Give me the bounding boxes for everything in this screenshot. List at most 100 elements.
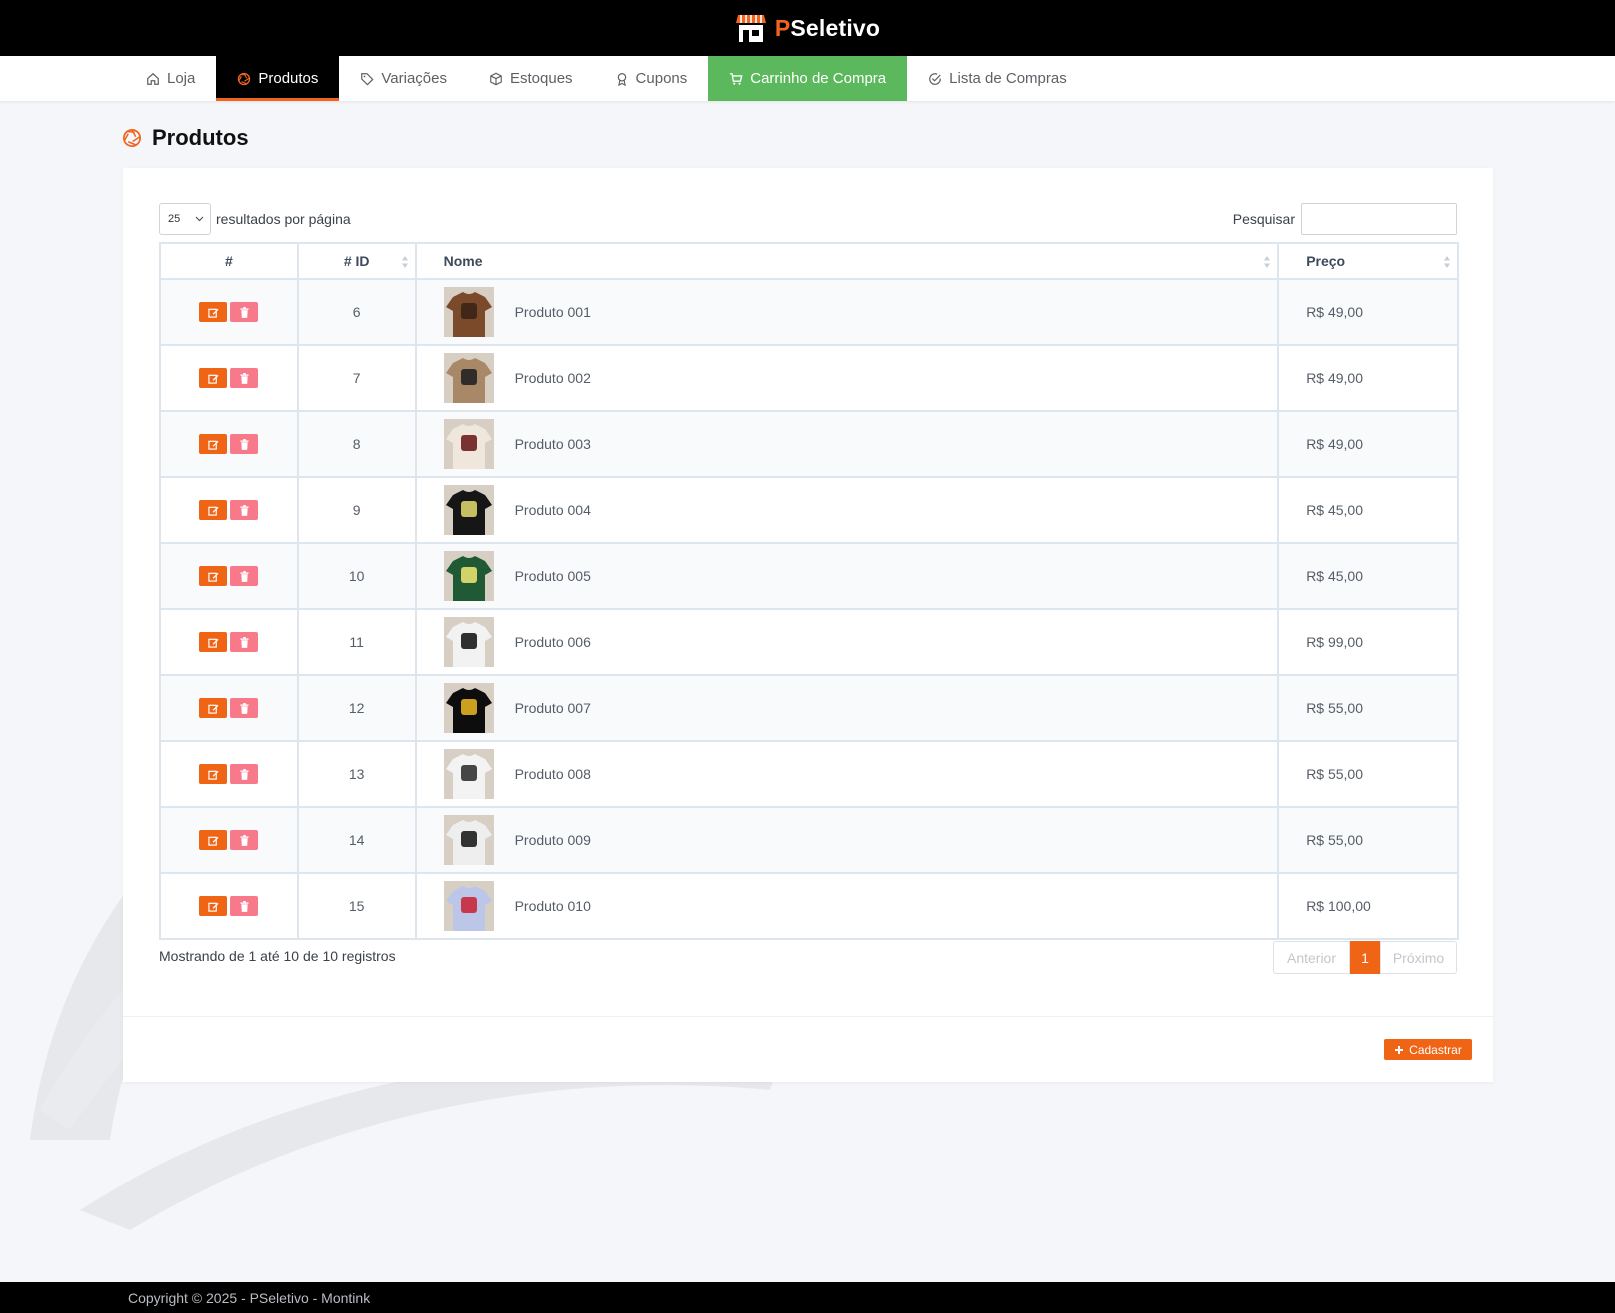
trash-icon [240,768,249,780]
nav-item-label: Produtos [258,70,319,87]
pagination-prev[interactable]: Anterior [1273,941,1350,974]
nav-item-label: Estoques [510,70,573,87]
column-header-name[interactable]: Nome [414,242,1280,280]
product-price: R$ 55,00 [1277,806,1459,874]
product-thumbnail[interactable] [443,815,494,865]
product-thumbnail[interactable] [443,353,494,403]
trash-icon [240,372,249,384]
product-name: Produto 005 [514,568,591,584]
product-price: R$ 49,00 [1277,410,1459,478]
edit-button[interactable] [199,830,228,850]
sort-icon [1264,256,1271,268]
column-header-label: # ID [343,253,370,269]
trash-icon [240,900,249,912]
page-length-select[interactable]: 25 [159,203,211,235]
column-header-id[interactable]: # ID [296,242,417,280]
edit-icon [208,638,219,648]
table-row: 13 Produto 008 R$ 55,00 [159,740,1459,808]
product-price: R$ 100,00 [1277,872,1459,940]
product-name-cell: Produto 009 [414,806,1280,874]
edit-button[interactable] [199,302,228,322]
product-name-cell: Produto 001 [414,278,1280,346]
pagination-page-1[interactable]: 1 [1350,941,1380,974]
delete-button[interactable] [230,698,259,718]
delete-button[interactable] [230,566,259,586]
edit-icon [208,440,219,450]
table-row: 10 Produto 005 R$ 45,00 [159,542,1459,610]
row-actions [159,542,299,610]
search-control: Pesquisar [1233,203,1457,235]
pagination: Anterior 1 Próximo [1273,941,1457,974]
column-header-label: Preço [1306,253,1346,269]
product-thumbnail[interactable] [443,617,494,667]
edit-button[interactable] [199,434,228,454]
edit-button[interactable] [199,368,228,388]
product-thumbnail[interactable] [443,683,494,733]
nav-item-cupons[interactable]: Cupons [594,56,709,101]
edit-button[interactable] [199,500,228,520]
product-price: R$ 45,00 [1277,542,1459,610]
product-name: Produto 003 [514,436,591,452]
delete-button[interactable] [230,368,259,388]
table-header-row: # # ID Nome Preço [159,242,1459,280]
table-row: 15 Produto 010 R$ 100,00 [159,872,1459,940]
table-info: Mostrando de 1 até 10 de 10 registros [159,948,396,964]
search-input[interactable] [1301,203,1457,235]
edit-button[interactable] [199,896,228,916]
nav-item-label: Variações [381,70,447,87]
trash-icon [240,504,249,516]
nav-item-estoques[interactable]: Estoques [468,56,594,101]
edit-icon [208,836,219,846]
product-price: R$ 45,00 [1277,476,1459,544]
delete-button[interactable] [230,764,259,784]
column-header-label: Nome [443,253,483,269]
product-name-cell: Produto 006 [414,608,1280,676]
edit-button[interactable] [199,566,228,586]
product-thumbnail[interactable] [443,749,494,799]
delete-button[interactable] [230,302,259,322]
product-id: 8 [296,410,417,478]
delete-button[interactable] [230,434,259,454]
register-button[interactable]: Cadastrar [1384,1039,1472,1060]
delete-button[interactable] [230,830,259,850]
product-price: R$ 49,00 [1277,344,1459,412]
edit-button[interactable] [199,632,228,652]
table-footer: Mostrando de 1 até 10 de 10 registros An… [159,941,1457,974]
delete-button[interactable] [230,500,259,520]
table-row: 7 Produto 002 R$ 49,00 [159,344,1459,412]
product-id: 11 [296,608,417,676]
nav-item-variacoes[interactable]: Variações [339,56,468,101]
nav-item-carrinho[interactable]: Carrinho de Compra [708,56,908,101]
column-header-price[interactable]: Preço [1277,242,1459,280]
edit-icon [208,902,219,912]
trash-icon [240,306,249,318]
trash-icon [240,438,249,450]
product-thumbnail[interactable] [443,551,494,601]
table-row: 12 Produto 007 R$ 55,00 [159,674,1459,742]
nav-item-lista-compras[interactable]: Lista de Compras [907,56,1088,101]
product-thumbnail[interactable] [443,485,494,535]
edit-button[interactable] [199,698,228,718]
trash-icon [240,702,249,714]
register-button-label: Cadastrar [1409,1042,1462,1057]
brand-name: PSeletivo [774,14,881,41]
sort-icon [401,256,408,268]
edit-button[interactable] [199,764,228,784]
product-name-cell: Produto 004 [414,476,1280,544]
product-thumbnail[interactable] [443,287,494,337]
nav-item-loja[interactable]: Loja [125,56,216,101]
product-thumbnail[interactable] [443,881,494,931]
page-title: Produtos [152,125,249,150]
delete-button[interactable] [230,632,259,652]
row-actions [159,476,299,544]
page-length-value: 25 [168,213,181,225]
product-thumbnail[interactable] [443,419,494,469]
delete-button[interactable] [230,896,259,916]
pagination-next[interactable]: Próximo [1380,941,1457,974]
product-price: R$ 99,00 [1277,608,1459,676]
nav-item-produtos[interactable]: Produtos [216,56,340,101]
product-id: 6 [296,278,417,346]
product-name-cell: Produto 005 [414,542,1280,610]
brand-logo[interactable]: PSeletivo [735,12,880,44]
table-row: 8 Produto 003 R$ 49,00 [159,410,1459,478]
